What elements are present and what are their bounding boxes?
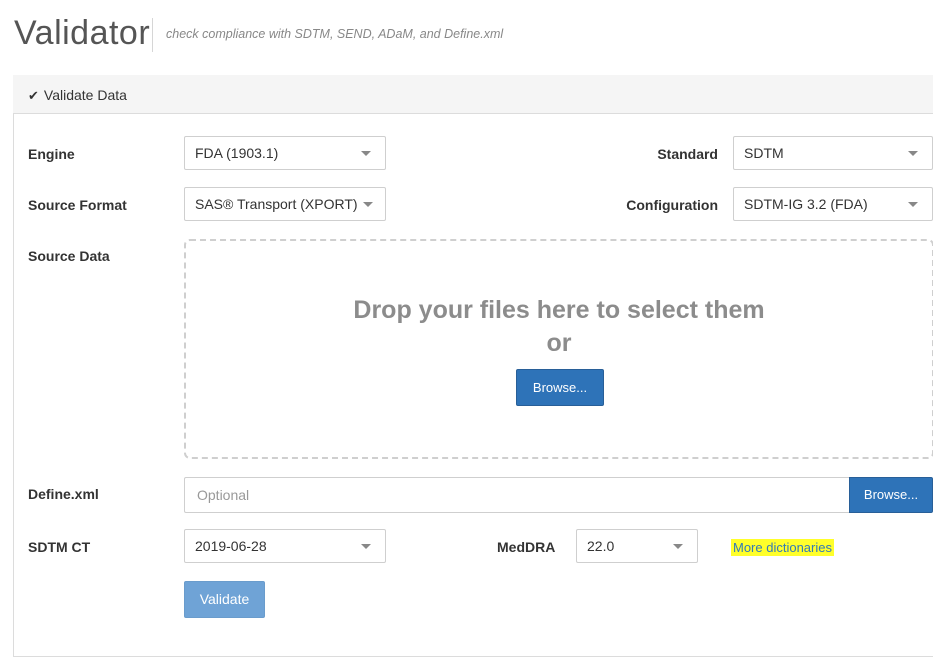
page-subtitle: check compliance with SDTM, SEND, ADaM, …	[166, 27, 504, 41]
define-xml-input[interactable]: Optional	[184, 477, 850, 513]
browse-define-button[interactable]: Browse...	[849, 477, 933, 513]
sdtm-ct-select[interactable]: 2019-06-28	[184, 529, 386, 563]
more-dictionaries-text: More dictionaries	[731, 539, 834, 556]
engine-select[interactable]: FDA (1903.1)	[184, 136, 386, 170]
chevron-down-icon	[361, 544, 371, 549]
panel-title: ✔ Validate Data	[28, 87, 127, 104]
dropzone-text: Drop your files here to select them	[353, 296, 765, 324]
browse-source-button[interactable]: Browse...	[516, 369, 604, 406]
source-format-select[interactable]: SAS® Transport (XPORT)	[184, 187, 386, 221]
engine-value: FDA (1903.1)	[195, 145, 279, 161]
title-divider	[152, 18, 153, 52]
meddra-value: 22.0	[587, 538, 615, 554]
chevron-down-icon	[363, 202, 373, 207]
chevron-down-icon	[673, 544, 683, 549]
source-format-label: Source Format	[28, 197, 127, 213]
more-dictionaries-link[interactable]: More dictionaries	[731, 539, 834, 557]
panel-title-label: Validate Data	[43, 87, 127, 103]
source-data-label: Source Data	[28, 248, 110, 264]
chevron-down-icon	[908, 151, 918, 156]
checkmark-icon: ✔	[28, 88, 39, 103]
standard-label: Standard	[657, 146, 718, 162]
engine-label: Engine	[28, 146, 75, 162]
configuration-label: Configuration	[626, 197, 718, 213]
configuration-select[interactable]: SDTM-IG 3.2 (FDA)	[733, 187, 933, 221]
dropzone-or-text: or	[546, 329, 572, 357]
meddra-label: MedDRA	[497, 539, 556, 555]
chevron-down-icon	[361, 151, 371, 156]
standard-select[interactable]: SDTM	[733, 136, 933, 170]
standard-value: SDTM	[744, 145, 784, 161]
meddra-select[interactable]: 22.0	[576, 529, 698, 563]
configuration-value: SDTM-IG 3.2 (FDA)	[744, 196, 868, 212]
chevron-down-icon	[908, 202, 918, 207]
validate-button[interactable]: Validate	[184, 581, 265, 618]
define-xml-label: Define.xml	[28, 486, 99, 502]
source-format-value: SAS® Transport (XPORT)	[195, 196, 358, 212]
sdtm-ct-label: SDTM CT	[28, 539, 91, 555]
sdtm-ct-value: 2019-06-28	[195, 538, 267, 554]
panel-header	[13, 75, 933, 114]
page-title: Validator	[14, 14, 151, 52]
